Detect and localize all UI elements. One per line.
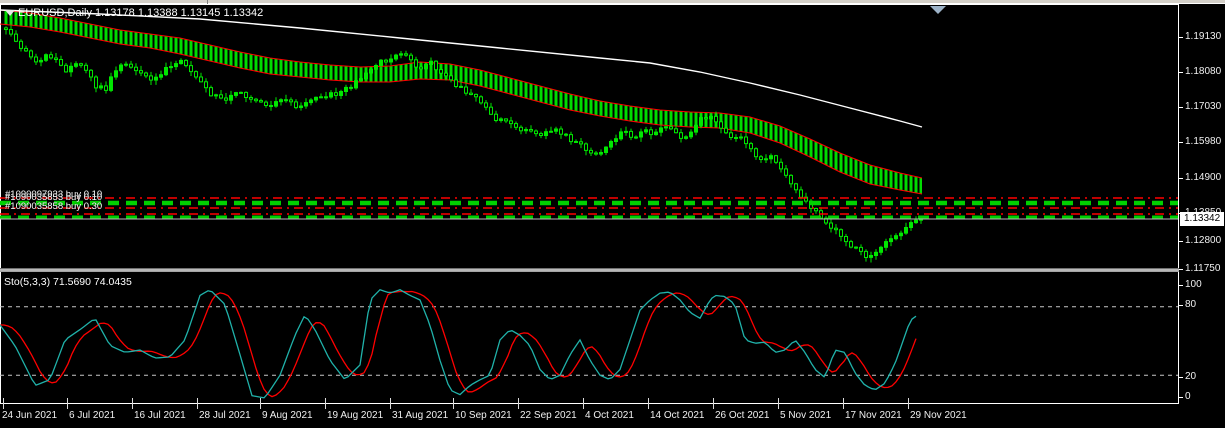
time-tick-label: 5 Nov 2021 bbox=[780, 410, 832, 421]
stochastic-plot-svg[interactable] bbox=[0, 272, 1179, 404]
price-tick-mark bbox=[1179, 107, 1183, 108]
time-tick-label: 14 Oct 2021 bbox=[650, 410, 705, 421]
price-tick-mark bbox=[1179, 178, 1183, 179]
price-tick-mark bbox=[1179, 269, 1183, 270]
time-tick-mark bbox=[583, 398, 584, 409]
time-tick-mark bbox=[713, 398, 714, 409]
price-axis[interactable]: 1.191301.180801.170301.159801.149001.138… bbox=[1179, 4, 1225, 404]
time-tick-mark bbox=[325, 398, 326, 409]
price-tick-mark bbox=[1179, 72, 1183, 73]
price-tick-label: 1.11750 bbox=[1185, 263, 1221, 274]
chevron-down-icon[interactable] bbox=[5, 10, 15, 16]
sto-tick-mark bbox=[1179, 305, 1183, 306]
sto-tick-label: 80 bbox=[1185, 299, 1197, 310]
sto-tick-mark bbox=[1179, 285, 1183, 286]
chart-title: EURUSD,Daily 1.13178 1.13388 1.13145 1.1… bbox=[18, 7, 264, 19]
order-lines bbox=[0, 197, 1178, 219]
time-tick-label: 10 Sep 2021 bbox=[455, 410, 512, 421]
sto-tick-mark bbox=[1179, 377, 1183, 378]
price-tick-mark bbox=[1179, 142, 1183, 143]
price-tick-label: 1.14900 bbox=[1185, 172, 1222, 183]
sto-tick-label: 100 bbox=[1185, 279, 1202, 290]
time-tick-label: 26 Oct 2021 bbox=[715, 410, 770, 421]
time-tick-label: 16 Jul 2021 bbox=[134, 410, 186, 421]
stochastic-label: Sto(5,3,3) 71.5690 74.0435 bbox=[4, 276, 132, 288]
sto-tick-label: 0 bbox=[1185, 391, 1191, 402]
time-tick-label: 29 Nov 2021 bbox=[910, 410, 967, 421]
time-tick-mark bbox=[3, 398, 4, 409]
time-tick-label: 17 Nov 2021 bbox=[845, 410, 902, 421]
time-tick-mark bbox=[908, 398, 909, 409]
time-tick-mark bbox=[390, 398, 391, 409]
time-tick-label: 22 Sep 2021 bbox=[520, 410, 577, 421]
price-tick-label: 1.17030 bbox=[1185, 101, 1222, 112]
price-tick-label: 1.18080 bbox=[1185, 66, 1222, 77]
current-price-tag: 1.13342 bbox=[1180, 212, 1224, 226]
time-tick-mark bbox=[197, 398, 198, 409]
chart-window: EURUSD,Daily 1.13178 1.13388 1.13145 1.1… bbox=[0, 0, 1225, 428]
price-tick-label: 1.12800 bbox=[1185, 235, 1222, 246]
chart-shift-marker-icon[interactable] bbox=[930, 6, 946, 14]
time-tick-label: 19 Aug 2021 bbox=[327, 410, 384, 421]
time-tick-mark bbox=[132, 398, 133, 409]
time-tick-label: 31 Aug 2021 bbox=[392, 410, 449, 421]
time-tick-label: 6 Jul 2021 bbox=[69, 410, 116, 421]
time-axis[interactable]: 24 Jun 2021 6 Jul 2021 16 Jul 2021 28 Jul 2… bbox=[0, 398, 1225, 428]
time-tick-label: 4 Oct 2021 bbox=[585, 410, 634, 421]
time-tick-mark bbox=[453, 398, 454, 409]
price-tick-label: 1.15980 bbox=[1185, 136, 1222, 147]
price-tick-mark bbox=[1179, 241, 1183, 242]
time-tick-label: 9 Aug 2021 bbox=[262, 410, 313, 421]
time-tick-mark bbox=[260, 398, 261, 409]
sto-tick-label: 20 bbox=[1185, 371, 1197, 382]
main-plot-svg[interactable] bbox=[0, 4, 1179, 269]
time-tick-label: 24 Jun 2021 bbox=[2, 410, 58, 421]
time-tick-mark bbox=[778, 398, 779, 409]
sto-tick-mark bbox=[1179, 397, 1183, 398]
time-tick-mark bbox=[843, 398, 844, 409]
price-tick-mark bbox=[1179, 37, 1183, 38]
time-tick-label: 28 Jul 2021 bbox=[199, 410, 251, 421]
order-label[interactable]: #1090035858 buy 0.30 bbox=[5, 201, 102, 212]
time-tick-mark bbox=[648, 398, 649, 409]
time-tick-mark bbox=[518, 398, 519, 409]
price-tick-label: 1.19130 bbox=[1185, 31, 1222, 42]
time-tick-mark bbox=[67, 398, 68, 409]
